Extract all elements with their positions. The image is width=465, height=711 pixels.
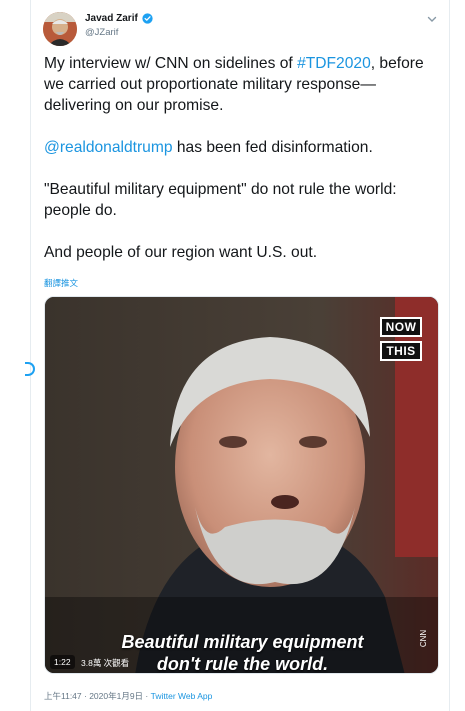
tweet-paragraph: My interview w/ CNN on sidelines of #TDF… xyxy=(44,53,439,116)
tweet-card: Javad Zarif @JZarif My interview w/ CNN … xyxy=(25,0,450,711)
text-span: has been fed disinformation. xyxy=(172,139,373,156)
nowthis-logo: THIS xyxy=(380,341,422,361)
scroll-indicator xyxy=(25,362,35,376)
display-name[interactable]: Javad Zarif xyxy=(85,13,138,24)
tweet-header: Javad Zarif @JZarif xyxy=(43,10,443,46)
chevron-down-icon[interactable] xyxy=(425,12,439,26)
timestamp[interactable]: 上午11:47 · 2020年1月9日 · xyxy=(44,691,151,701)
tweet-paragraph: "Beautiful military equipment" do not ru… xyxy=(44,181,397,219)
video-duration: 1:22 xyxy=(50,655,75,669)
verified-badge-icon xyxy=(142,13,153,24)
tweet-metadata: 上午11:47 · 2020年1月9日 · Twitter Web App xyxy=(44,690,212,702)
mention-link[interactable]: @realdonaldtrump xyxy=(44,139,173,156)
source-link[interactable]: Twitter Web App xyxy=(151,691,213,701)
text-span: My interview w/ CNN on sidelines of xyxy=(44,55,298,72)
video-caption: Beautiful military equipment xyxy=(121,632,364,652)
tweet-paragraph: And people of our region want U.S. out. xyxy=(44,244,318,261)
avatar[interactable] xyxy=(43,12,77,46)
nowthis-logo: NOW xyxy=(380,317,422,337)
video-player[interactable]: NOW THIS Beautiful military equipment do… xyxy=(44,296,439,674)
hashtag-link[interactable]: #TDF2020 xyxy=(297,55,371,72)
tweet-text: My interview w/ CNN on sidelines of #TDF… xyxy=(44,53,439,263)
author-names: Javad Zarif @JZarif xyxy=(85,13,153,38)
translate-tweet-link[interactable]: 翻譯推文 xyxy=(44,277,78,289)
view-count: 3.8萬 次觀看 xyxy=(81,658,130,668)
user-handle[interactable]: @JZarif xyxy=(85,27,153,38)
cnn-watermark: CNN xyxy=(419,629,429,648)
tweet-paragraph: @realdonaldtrump has been fed disinforma… xyxy=(44,137,439,158)
